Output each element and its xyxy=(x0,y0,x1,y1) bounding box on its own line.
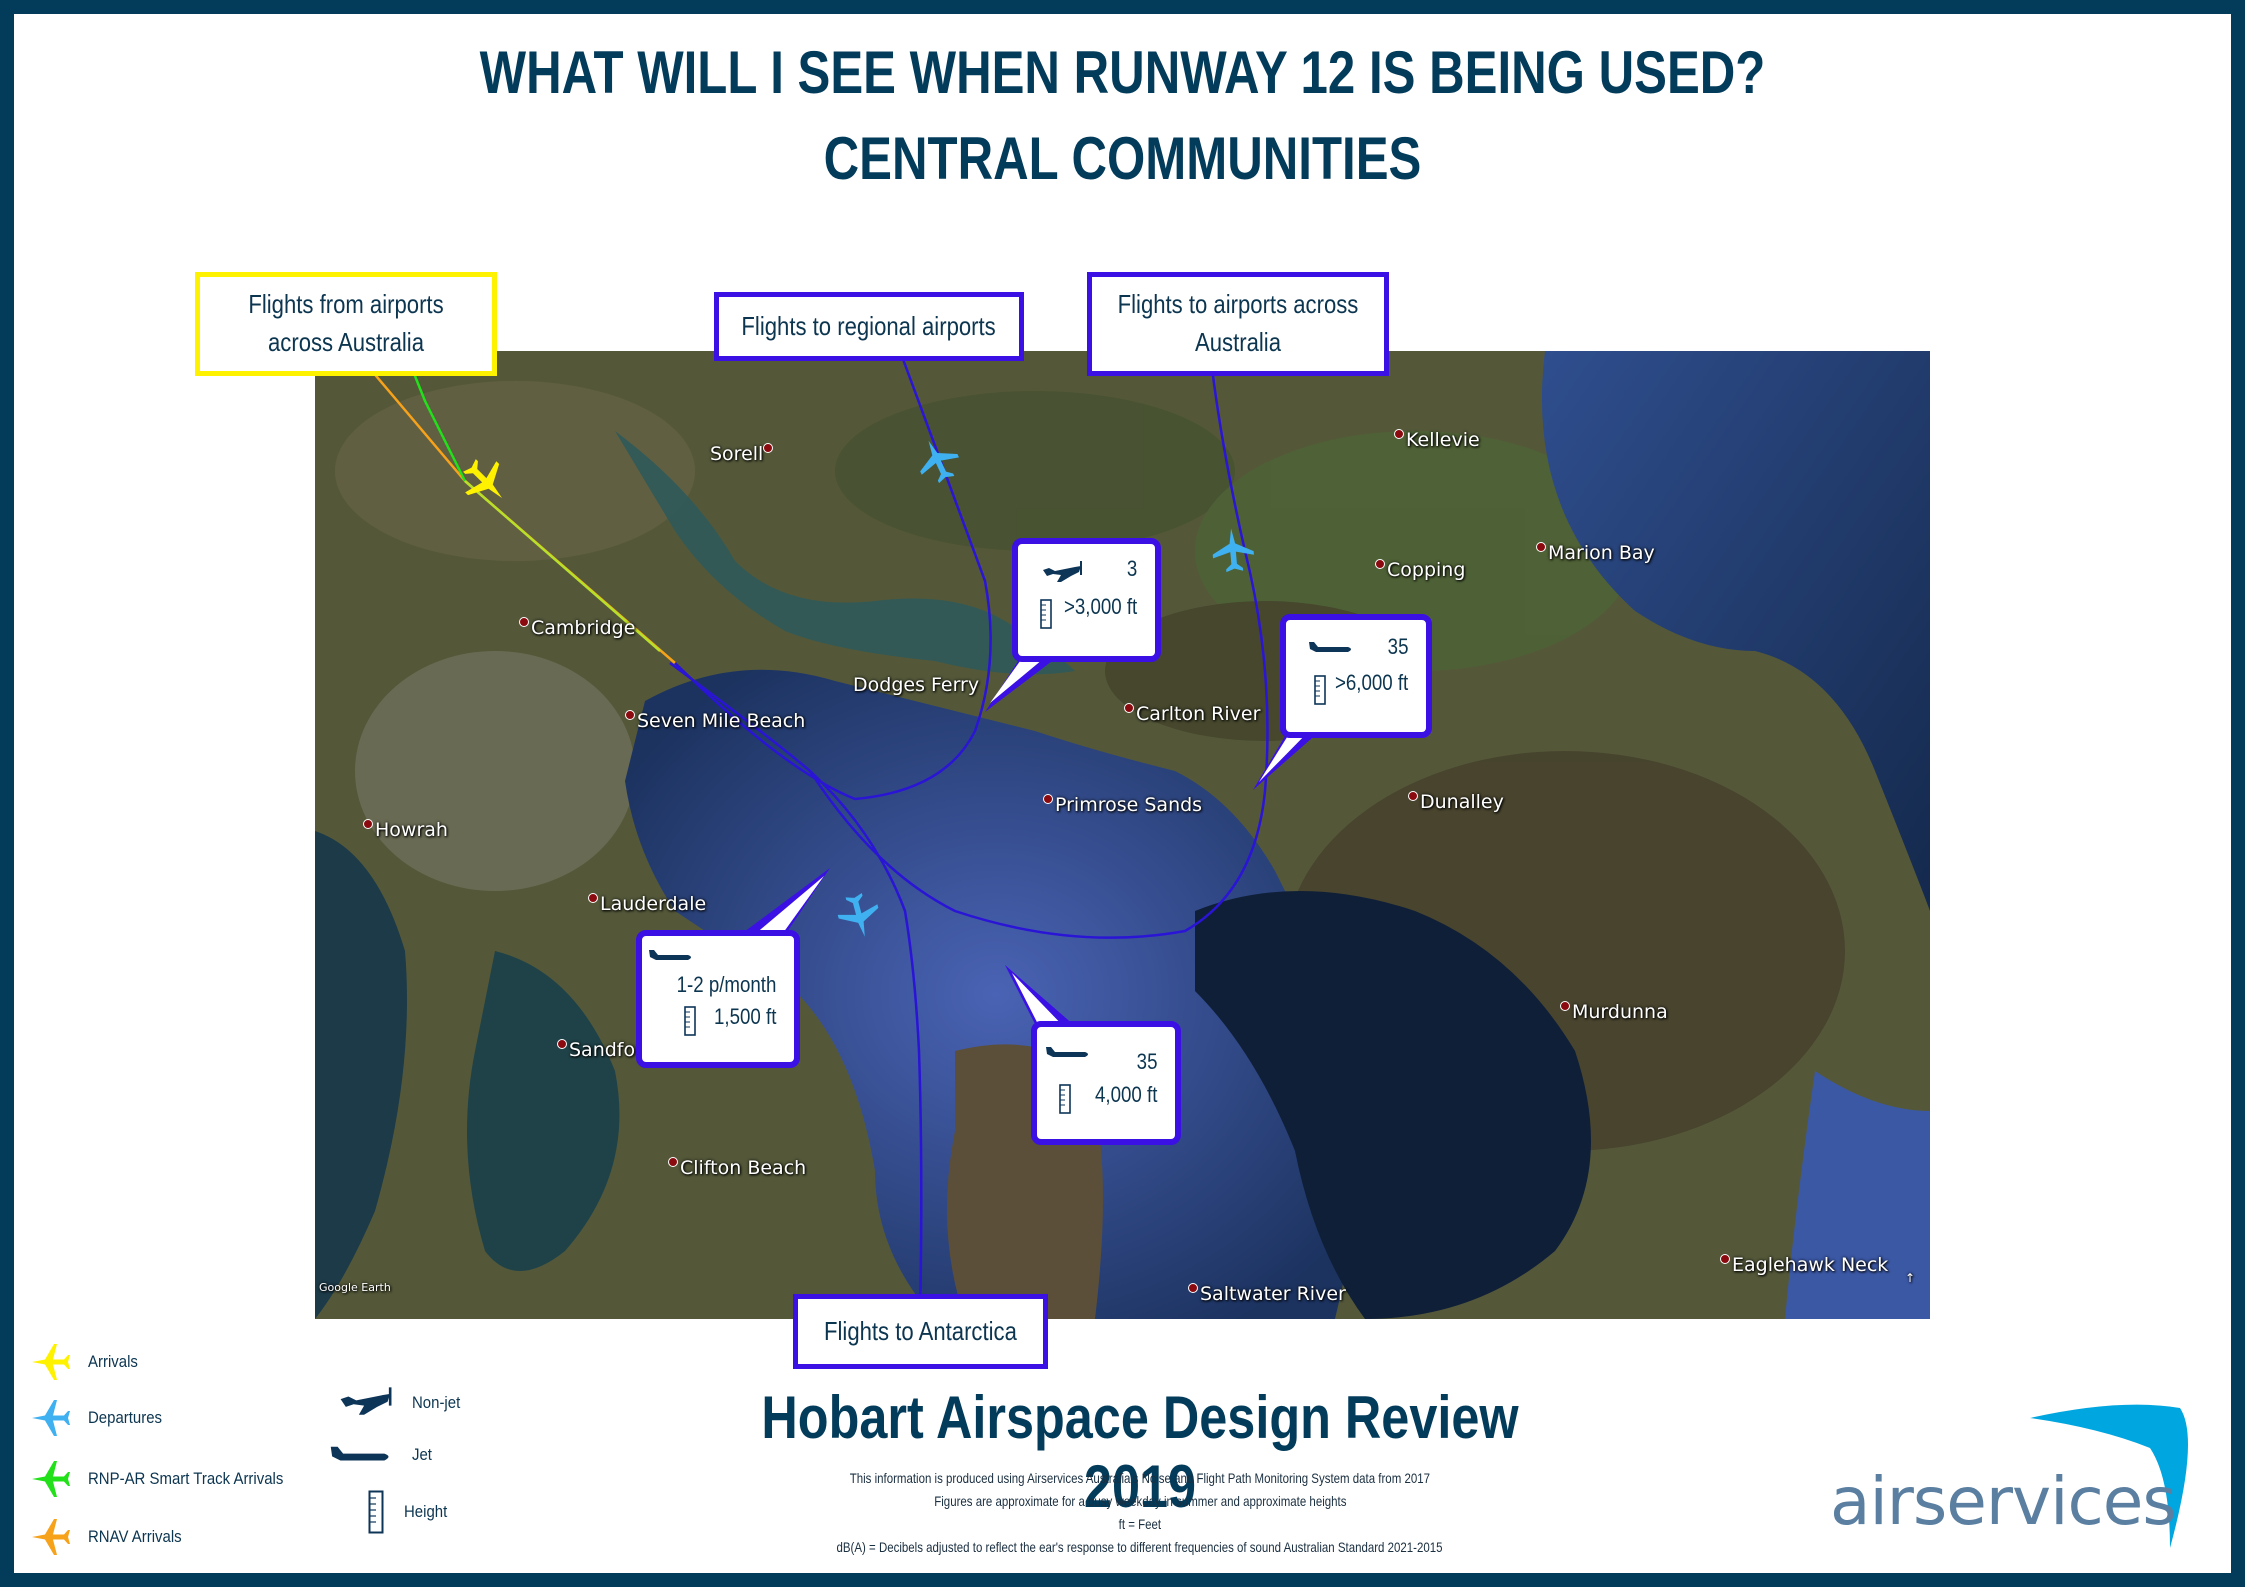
jet-icon xyxy=(1046,1047,1088,1057)
rnp-ar-plane-icon xyxy=(32,1461,70,1497)
height-ruler-icon xyxy=(1314,675,1326,705)
legend-non-jet: Non-jet xyxy=(338,1386,467,1420)
footer-note: dB(A) = Decibels adjusted to reflect the… xyxy=(836,1539,1444,1555)
departures-plane-icon xyxy=(32,1400,70,1436)
height-ruler-icon xyxy=(368,1490,384,1534)
jet-icon xyxy=(330,1446,389,1461)
legend-departures: Departures xyxy=(28,1396,172,1440)
arrivals-plane-icon xyxy=(32,1344,70,1380)
flight-height: >6,000 ft xyxy=(1334,670,1408,695)
flight-count: 1-2 p/month xyxy=(676,972,776,997)
flight-info-callout: 3 >3,000 ft xyxy=(1012,538,1161,662)
flight-height: 1,500 ft xyxy=(713,1004,776,1029)
logo-wordmark: airservices xyxy=(1830,1463,2177,1540)
footer-note: Figures are approximate for a busy weekd… xyxy=(933,1493,1347,1509)
flight-info-callout: 1-2 p/month 1,500 ft xyxy=(636,930,800,1068)
footer-note: ft = Feet xyxy=(1118,1516,1162,1532)
flight-info-callout: 35 4,000 ft xyxy=(1031,1021,1181,1145)
height-ruler-icon xyxy=(1040,599,1052,629)
flight-count: 3 xyxy=(1126,556,1137,581)
flight-count: 35 xyxy=(1387,634,1408,659)
height-ruler-icon xyxy=(684,1006,696,1036)
non-jet-icon xyxy=(1043,561,1082,582)
rnav-plane-icon xyxy=(32,1519,70,1555)
route-label-australia: Flights to airports across Australia xyxy=(1087,272,1389,376)
legend-arrivals: Arrivals xyxy=(28,1340,145,1384)
flight-count: 35 xyxy=(1136,1049,1157,1074)
flight-info-callout: 35 >6,000 ft xyxy=(1280,614,1432,738)
height-ruler-icon xyxy=(1059,1084,1071,1114)
route-label-arrivals: Flights from airports across Australia xyxy=(195,272,497,376)
route-label-antarctica: Flights to Antarctica xyxy=(793,1294,1048,1369)
flight-height: 4,000 ft xyxy=(1094,1082,1157,1107)
legend-jet: Jet xyxy=(328,1444,435,1466)
non-jet-icon xyxy=(340,1387,392,1415)
route-label-regional: Flights to regional airports xyxy=(714,292,1024,361)
footer-note: This information is produced using Airse… xyxy=(849,1470,1431,1486)
flight-height: >3,000 ft xyxy=(1063,594,1137,619)
jet-icon xyxy=(649,950,691,960)
legend-rnav: RNAV Arrivals xyxy=(28,1515,194,1559)
airservices-logo: airservices xyxy=(1830,1398,2210,1548)
legend-height: Height xyxy=(368,1490,453,1534)
jet-icon xyxy=(1309,642,1351,652)
legend-rnp-ar: RNP-AR Smart Track Arrivals xyxy=(28,1457,310,1501)
callout-tails xyxy=(740,650,1320,1032)
